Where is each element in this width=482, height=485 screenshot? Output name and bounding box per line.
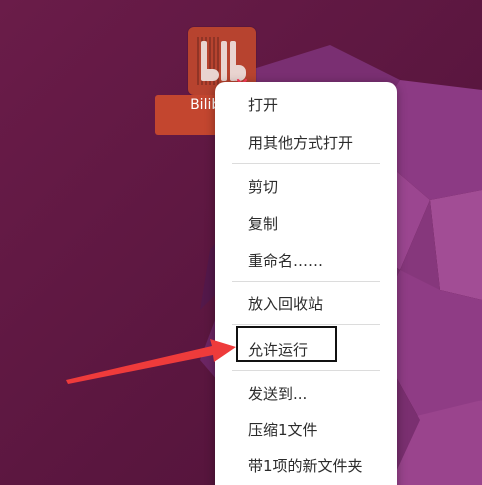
- red-arrow-pointer: [66, 339, 236, 384]
- desktop[interactable]: Bilibili de 打开 用其他方式打开 剪切 复制 重命名…… 放入回收站…: [0, 0, 482, 485]
